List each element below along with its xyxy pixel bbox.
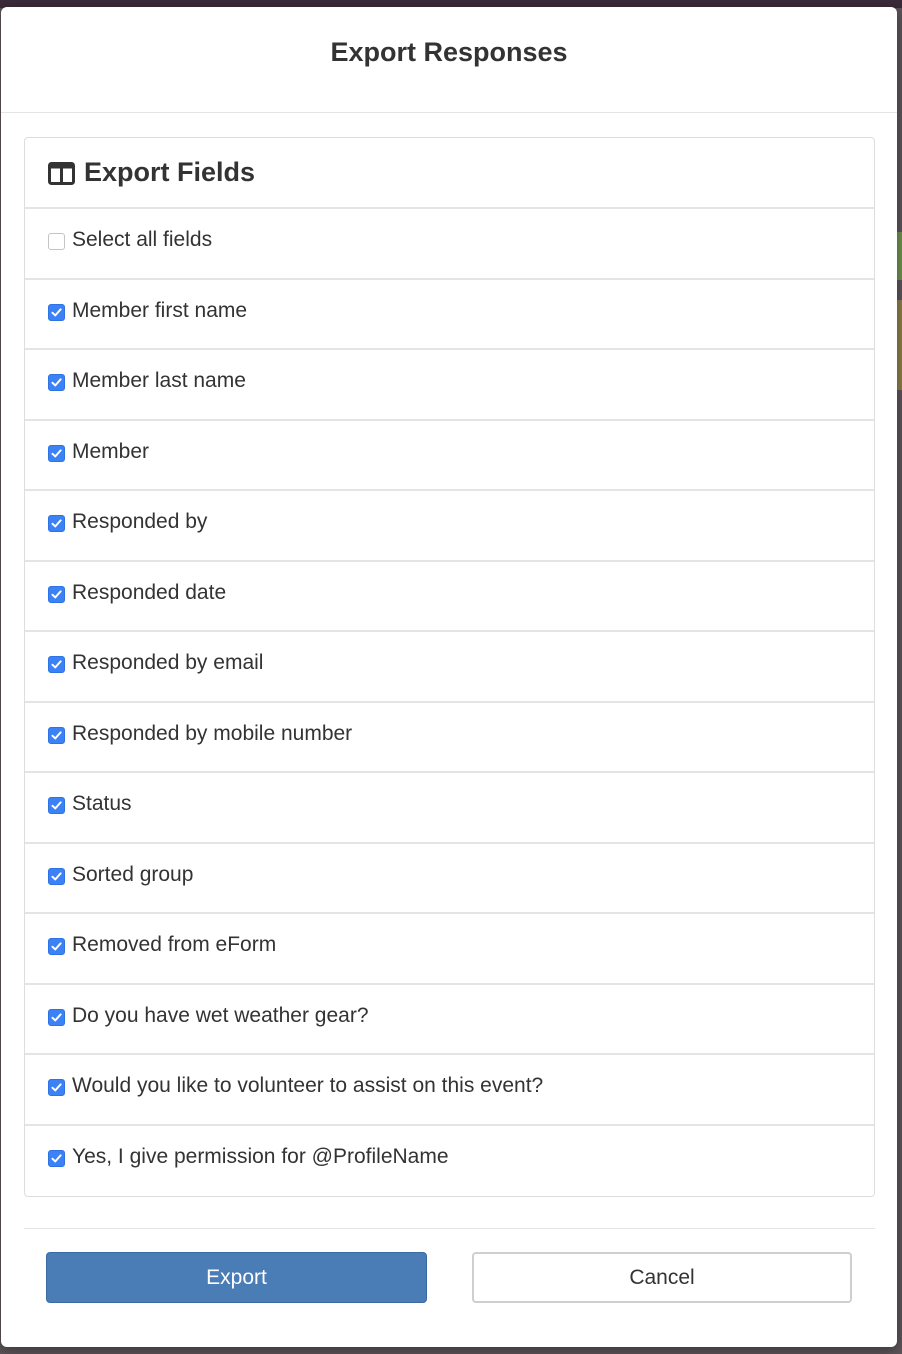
field-checkbox[interactable] [48,1008,65,1026]
select-all-label[interactable]: Select all fields [72,228,212,252]
modal-title: Export Responses [330,37,568,67]
checkmark-icon [51,378,62,387]
field-list: Member first name Member last name Member R… [25,280,874,1197]
field-row[interactable]: Status [25,773,874,844]
checkmark-icon [51,1153,62,1162]
field-label[interactable]: Responded by email [72,651,263,675]
field-label[interactable]: Member first name [72,299,247,323]
field-checkbox[interactable] [48,1149,65,1167]
checkmark-icon [51,589,62,598]
checkmark-icon [51,942,62,951]
field-checkbox[interactable] [48,938,65,955]
field-row[interactable]: Responded by mobile number [25,703,874,773]
checkmark-icon [51,519,62,528]
field-row[interactable]: Yes, I give permission for @ProfileName [25,1126,874,1197]
field-checkbox[interactable] [48,585,65,603]
checkmark-icon [51,307,62,316]
field-label[interactable]: Member last name [72,369,246,393]
columns-icon [48,161,75,185]
checkmark-icon [51,1083,62,1092]
checkmark-icon [51,448,62,457]
field-checkbox[interactable] [48,444,65,462]
field-row[interactable]: Responded date [25,562,874,632]
field-row[interactable]: Member last name [25,350,874,421]
export-responses-modal: Export Responses Export Fields Select al… [1,7,897,1347]
field-checkbox[interactable] [48,515,65,532]
field-row[interactable]: Member [25,421,874,491]
field-row[interactable]: Member first name [25,280,874,350]
select-all-checkbox[interactable] [48,233,65,250]
field-checkbox[interactable] [48,797,65,814]
field-row[interactable]: Do you have wet weather gear? [25,985,874,1055]
field-row[interactable]: Would you like to volunteer to assist on… [25,1055,874,1126]
field-label[interactable]: Responded by [72,510,207,534]
field-row[interactable]: Responded by [25,491,874,562]
modal-header: Export Responses [1,7,897,113]
field-label[interactable]: Responded by mobile number [72,722,352,746]
checkmark-icon [51,730,62,739]
field-label[interactable]: Yes, I give permission for @ProfileName [72,1145,449,1169]
export-button[interactable]: Export [46,1252,427,1303]
field-label[interactable]: Would you like to volunteer to assist on… [72,1074,543,1098]
footer-divider [24,1228,875,1229]
field-checkbox[interactable] [48,656,65,673]
field-label[interactable]: Sorted group [72,863,193,887]
field-checkbox[interactable] [48,1079,65,1096]
checkmark-icon [51,871,62,880]
field-row[interactable]: Removed from eForm [25,914,874,985]
checkmark-icon [51,1012,62,1021]
field-label[interactable]: Removed from eForm [72,933,276,957]
select-all-row[interactable]: Select all fields [25,209,874,280]
field-checkbox[interactable] [48,726,65,744]
field-checkbox[interactable] [48,867,65,885]
field-row[interactable]: Responded by email [25,632,874,703]
field-label[interactable]: Responded date [72,581,226,605]
field-label[interactable]: Do you have wet weather gear? [72,1004,369,1028]
field-label[interactable]: Status [72,792,132,816]
field-row[interactable]: Sorted group [25,844,874,914]
field-checkbox[interactable] [48,303,65,321]
cancel-button[interactable]: Cancel [472,1252,852,1303]
checkmark-icon [51,660,62,669]
panel-title: Export Fields [84,157,256,187]
checkmark-icon [51,801,62,810]
export-fields-panel: Export Fields Select all fields Member f… [24,137,875,1197]
panel-heading: Export Fields [25,138,874,209]
field-label[interactable]: Member [72,440,149,464]
field-checkbox[interactable] [48,374,65,391]
